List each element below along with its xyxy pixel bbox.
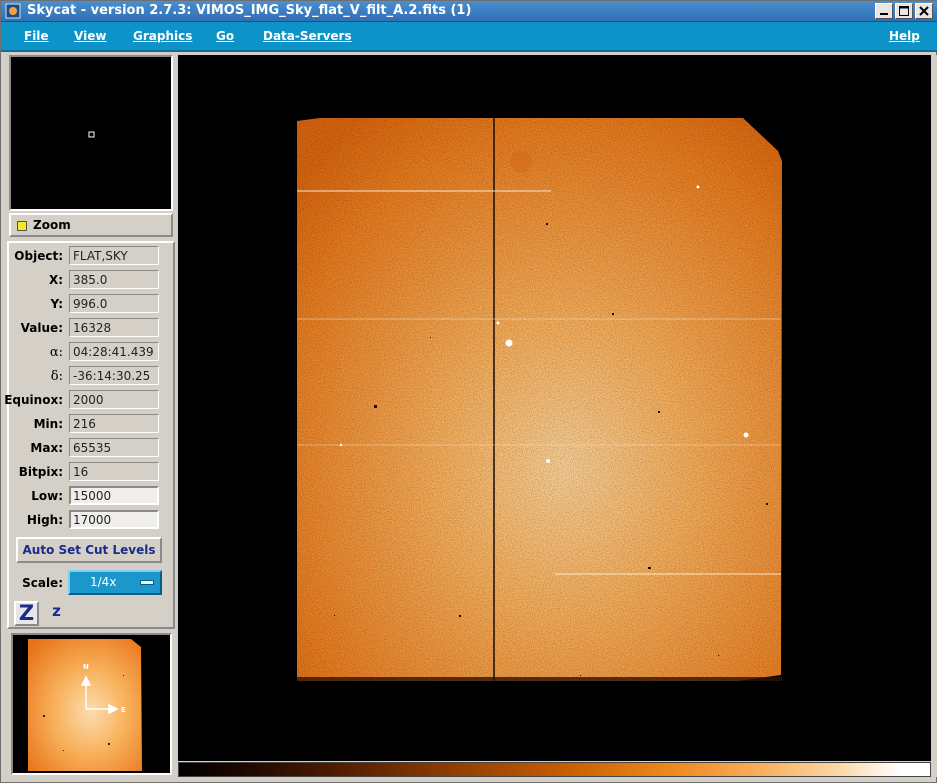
- min-value: 216: [69, 414, 159, 433]
- skycat-window: Skycat - version 2.7.3: VIMOS_IMG_Sky_fl…: [0, 0, 937, 783]
- maximize-button[interactable]: [895, 3, 913, 19]
- delta-row: δ: -36:14:30.25: [9, 366, 173, 386]
- value-row: Value: 16328: [9, 318, 173, 338]
- panner-thumbnail[interactable]: N E: [11, 633, 172, 775]
- minimize-button[interactable]: [875, 3, 893, 19]
- zoom-indicator-icon: [17, 221, 27, 231]
- high-label: High:: [26, 513, 63, 527]
- app-icon: [5, 3, 21, 19]
- object-row: Object: FLAT,SKY: [9, 246, 173, 266]
- window-title: Skycat - version 2.7.3: VIMOS_IMG_Sky_fl…: [27, 3, 472, 18]
- alpha-value: 04:28:41.439: [69, 342, 159, 361]
- zoom-out-button[interactable]: z: [44, 601, 69, 626]
- menu-go[interactable]: Go: [216, 29, 234, 43]
- equinox-label: Equinox:: [4, 393, 63, 407]
- y-value: 996.0: [69, 294, 159, 313]
- control-panel: Zoom Object: FLAT,SKY X: 385.0 Y: 996.0 …: [4, 55, 175, 779]
- delta-label: δ:: [50, 369, 63, 384]
- low-row: Low: 15000: [9, 486, 173, 506]
- colorbar[interactable]: [178, 762, 931, 777]
- window-edge: [931, 55, 937, 777]
- close-button[interactable]: [915, 3, 933, 19]
- thumbnail-image: N E: [28, 639, 142, 771]
- menu-help[interactable]: Help: [889, 29, 920, 43]
- object-value: FLAT,SKY: [69, 246, 159, 265]
- image-display[interactable]: [178, 55, 931, 761]
- scale-select[interactable]: 1/4x: [68, 570, 162, 595]
- menu-view[interactable]: View: [74, 29, 106, 43]
- bitpix-row: Bitpix: 16: [9, 462, 173, 482]
- scale-label: Scale:: [22, 576, 63, 590]
- menu-bar: File View Graphics Go Data-Servers Help: [1, 22, 937, 52]
- zoom-in-button[interactable]: Z: [14, 601, 39, 626]
- x-label: X:: [48, 273, 63, 287]
- alpha-row: α: 04:28:41.439: [9, 342, 173, 362]
- menu-graphics[interactable]: Graphics: [133, 29, 192, 43]
- object-label: Object:: [14, 249, 63, 263]
- low-cut-input[interactable]: 15000: [69, 486, 159, 505]
- menu-data-servers[interactable]: Data-Servers: [263, 29, 352, 43]
- scale-value: 1/4x: [90, 575, 117, 589]
- equinox-value: 2000: [69, 390, 159, 409]
- maximize-icon: [899, 6, 909, 16]
- value-label: Value:: [20, 321, 63, 335]
- zoom-toggle[interactable]: Zoom: [9, 213, 173, 237]
- x-row: X: 385.0: [9, 270, 173, 290]
- y-row: Y: 996.0: [9, 294, 173, 314]
- alpha-label: α:: [49, 345, 63, 360]
- menu-file[interactable]: File: [24, 29, 49, 43]
- delta-value: -36:14:30.25: [69, 366, 159, 385]
- y-label: Y:: [50, 297, 63, 311]
- max-row: Max: 65535: [9, 438, 173, 458]
- bitpix-label: Bitpix:: [18, 465, 63, 479]
- dropdown-icon: [140, 580, 154, 585]
- title-bar[interactable]: Skycat - version 2.7.3: VIMOS_IMG_Sky_fl…: [1, 1, 937, 22]
- pixel-value: 16328: [69, 318, 159, 337]
- fits-image: [297, 118, 782, 681]
- high-row: High: 17000: [9, 510, 173, 530]
- x-value: 385.0: [69, 270, 159, 289]
- min-row: Min: 216: [9, 414, 173, 434]
- zoom-label: Zoom: [33, 218, 71, 232]
- close-icon: [919, 6, 929, 16]
- min-label: Min:: [33, 417, 63, 431]
- north-label: N: [83, 663, 89, 671]
- max-label: Max:: [30, 441, 63, 455]
- info-panel: Object: FLAT,SKY X: 385.0 Y: 996.0 Value…: [4, 241, 175, 629]
- east-label: E: [121, 706, 126, 714]
- bitpix-value: 16: [69, 462, 159, 481]
- auto-set-cut-levels-button[interactable]: Auto Set Cut Levels: [16, 537, 162, 563]
- zoom-window[interactable]: [9, 55, 173, 211]
- zoom-cursor-icon: [88, 131, 95, 138]
- high-cut-input[interactable]: 17000: [69, 510, 159, 529]
- low-label: Low:: [31, 489, 63, 503]
- minimize-icon: [880, 13, 888, 15]
- max-value: 65535: [69, 438, 159, 457]
- equinox-row: Equinox: 2000: [4, 390, 173, 410]
